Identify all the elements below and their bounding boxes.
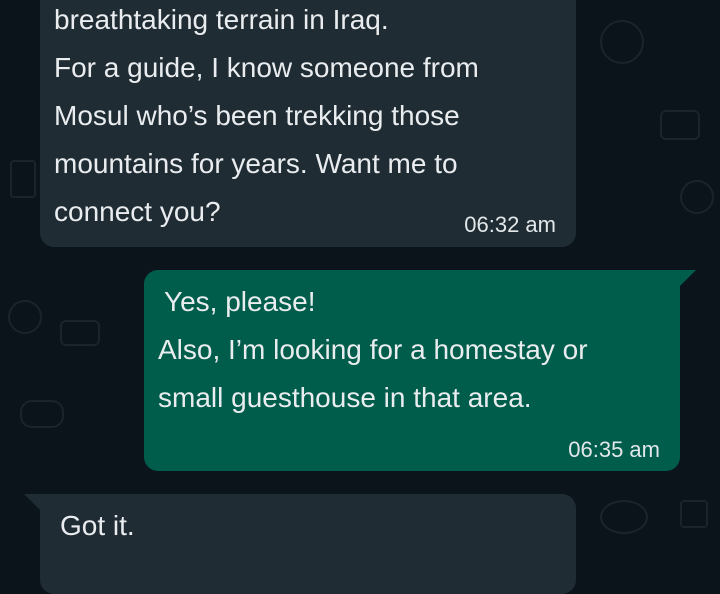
message-text-line: For a guide, I know someone from xyxy=(54,52,479,83)
wallpaper-doodle xyxy=(600,500,648,534)
message-text-line: Mosul who’s been trekking those xyxy=(54,100,460,131)
message-text-line: connect you? xyxy=(54,196,221,227)
message-timestamp: 06:35 am xyxy=(568,437,660,462)
wallpaper-doodle xyxy=(10,160,36,198)
bubble-tail-outgoing xyxy=(680,270,696,286)
message-bubble-incoming[interactable]: breathtaking terrain in Iraq. For a guid… xyxy=(40,0,576,247)
wallpaper-doodle xyxy=(660,110,700,140)
message-text-line: mountains for years. Want me to xyxy=(54,148,458,179)
message-bubble-outgoing[interactable]: Yes, please! Also, I’m looking for a hom… xyxy=(144,270,680,471)
wallpaper-doodle xyxy=(20,400,64,428)
message-bubble-incoming[interactable]: Got it. xyxy=(40,494,576,594)
message-text-line: Yes, please! xyxy=(164,286,316,317)
wallpaper-doodle xyxy=(8,300,42,334)
wallpaper-doodle xyxy=(60,320,100,346)
message-timestamp: 06:32 am xyxy=(464,212,556,237)
message-text-line: Also, I’m looking for a homestay or xyxy=(158,334,588,365)
wallpaper-doodle xyxy=(680,180,714,214)
wallpaper-doodle xyxy=(680,500,708,528)
message-text-line: Got it. xyxy=(60,510,135,541)
message-text-line: breathtaking terrain in Iraq. xyxy=(54,4,389,35)
message-text-line: small guesthouse in that area. xyxy=(158,382,532,413)
bubble-tail-incoming xyxy=(24,494,40,510)
wallpaper-doodle xyxy=(600,20,644,64)
